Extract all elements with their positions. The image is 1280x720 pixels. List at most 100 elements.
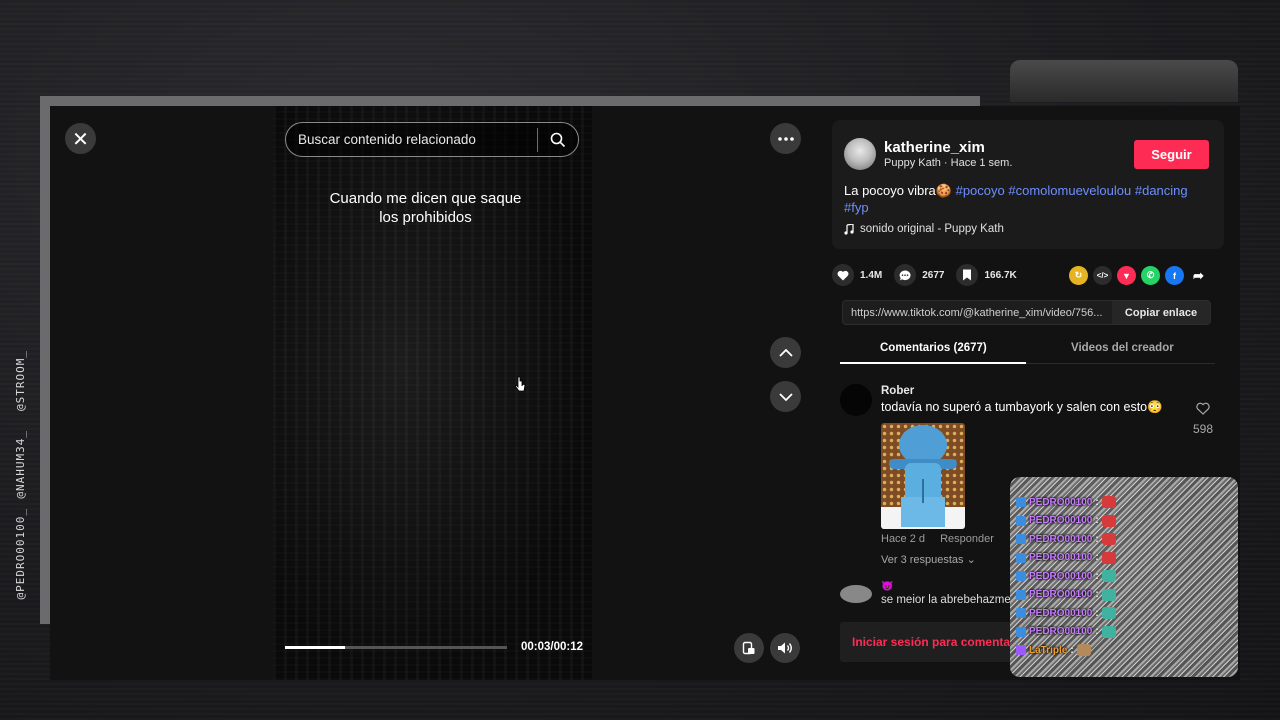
- chevron-down-icon: ⌄: [966, 554, 976, 566]
- chat-badge-icon: [1016, 552, 1026, 563]
- chat-emote-icon: [1101, 570, 1116, 582]
- chat-emote-icon: [1101, 607, 1116, 619]
- comment-avatar[interactable]: [840, 585, 872, 603]
- credit-nahum: @NAHUM34_: [14, 430, 27, 499]
- repost-icon[interactable]: ↻: [1069, 266, 1088, 285]
- tab-underline: [840, 362, 1026, 364]
- chat-separator: :: [1095, 626, 1099, 637]
- video-time: 00:03/00:12: [521, 641, 584, 653]
- video-player[interactable]: Buscar contenido relacionado Cuando me d…: [273, 106, 593, 680]
- close-icon: ✕: [72, 126, 89, 151]
- chat-username: PEDRO00100: [1029, 496, 1093, 508]
- share-link-box: https://www.tiktok.com/@katherine_xim/vi…: [842, 300, 1211, 325]
- chat-username: PEDRO00100: [1029, 552, 1093, 563]
- save-count: 166.7K: [984, 269, 1017, 281]
- credit-pedro: @PEDRO00100_: [14, 508, 27, 600]
- comment-button[interactable]: 2677: [894, 264, 944, 286]
- comment-text: 😈: [881, 581, 894, 592]
- comment-like-count: 598: [1192, 422, 1214, 436]
- chat-emote-icon: [1101, 514, 1116, 527]
- username[interactable]: katherine_xim: [884, 139, 985, 156]
- caption-line-2: los prohibidos: [379, 209, 472, 226]
- whatsapp-icon[interactable]: ✆: [1141, 266, 1160, 285]
- comment-sticker-image: [881, 423, 965, 529]
- progress-bar[interactable]: [285, 646, 507, 649]
- facebook-icon[interactable]: f: [1165, 266, 1184, 285]
- volume-icon: [778, 642, 792, 654]
- video-area: ✕ Buscar contenido relacionado Cuando me…: [50, 106, 818, 680]
- save-button[interactable]: 166.7K: [956, 264, 1017, 286]
- music-link[interactable]: sonido original - Puppy Kath: [844, 223, 1004, 235]
- user-subline: Puppy Kath · Hace 1 sem.: [884, 157, 1013, 169]
- hashtag-link[interactable]: #pocoyo: [956, 183, 1005, 198]
- hashtag-link[interactable]: #fyp: [844, 200, 869, 215]
- volume-button[interactable]: [770, 633, 800, 663]
- pip-button[interactable]: [734, 633, 764, 663]
- chat-message: PEDRO00100:: [1016, 567, 1116, 585]
- comment-icon-wrap: [894, 264, 917, 286]
- chat-badge-icon: [1016, 645, 1026, 655]
- related-search-box[interactable]: Buscar contenido relacionado: [285, 122, 579, 157]
- chat-username: PEDRO00100: [1029, 607, 1093, 619]
- mouse-cursor-icon: [515, 376, 526, 392]
- next-video-button[interactable]: [770, 381, 801, 412]
- chat-message: PEDRO00100:: [1016, 586, 1116, 604]
- close-button[interactable]: ✕: [65, 123, 96, 154]
- chat-emote-icon: [1101, 588, 1116, 601]
- more-options-button[interactable]: [770, 123, 801, 154]
- chat-separator: :: [1095, 607, 1099, 619]
- tab-creator-videos[interactable]: Videos del creador: [1071, 342, 1174, 354]
- description-text: La pocoyo vibra🍪: [844, 183, 956, 198]
- chat-badge-icon: [1016, 534, 1026, 544]
- search-input[interactable]: Buscar contenido relacionado: [286, 132, 537, 147]
- stream-credits: @PEDRO00100_ @NAHUM34_ @STROOM_: [14, 350, 38, 620]
- chat-username: PEDRO00100: [1029, 570, 1093, 582]
- copy-link-button[interactable]: Copiar enlace: [1112, 301, 1210, 324]
- chat-badge-icon: [1016, 515, 1026, 526]
- stats-row: 1.4M 2677 166.7K: [832, 263, 1029, 287]
- chat-badge-icon: [1016, 571, 1026, 581]
- comment-count: 2677: [922, 269, 945, 281]
- comment-author[interactable]: Rober: [881, 385, 914, 397]
- credit-stroom: @STROOM_: [14, 350, 27, 411]
- chat-badge-icon: [1016, 497, 1026, 507]
- heart-icon: [837, 270, 849, 280]
- chat-separator: :: [1095, 533, 1099, 545]
- chat-separator: :: [1095, 515, 1099, 526]
- chat-separator: :: [1095, 589, 1099, 600]
- comment-avatar[interactable]: [840, 384, 872, 416]
- like-button[interactable]: 1.4M: [832, 264, 882, 286]
- chat-username: PEDRO00100: [1029, 626, 1093, 637]
- hashtag-link[interactable]: #comolomueveloulou: [1008, 183, 1131, 198]
- view-replies-button[interactable]: Ver 3 respuestas ⌄: [881, 553, 976, 566]
- heart-outline-icon: [1196, 402, 1210, 415]
- reply-button[interactable]: Responder: [940, 533, 994, 545]
- stream-chat-overlay: PEDRO00100: PEDRO00100: PEDRO00100: PEDRO00…: [1010, 477, 1238, 677]
- chevron-down-icon: [778, 392, 793, 401]
- previous-video-button[interactable]: [770, 337, 801, 368]
- chat-separator: :: [1095, 552, 1099, 563]
- video-url[interactable]: https://www.tiktok.com/@katherine_xim/vi…: [843, 307, 1112, 319]
- pip-icon: [742, 641, 755, 655]
- search-button[interactable]: [538, 132, 578, 148]
- music-label: sonido original - Puppy Kath: [860, 223, 1004, 235]
- tab-comments[interactable]: Comentarios (2677): [880, 342, 987, 354]
- hashtag-link[interactable]: #dancing: [1135, 183, 1188, 198]
- send-icon[interactable]: ▼: [1117, 266, 1136, 285]
- comment-meta: Hace 2 d Responder: [881, 533, 1006, 545]
- comment-like-button[interactable]: 598: [1188, 402, 1218, 436]
- chat-message: PEDRO00100:: [1016, 512, 1116, 530]
- heart-icon-wrap: [832, 264, 854, 286]
- chat-emote-icon: [1076, 644, 1091, 656]
- avatar[interactable]: [844, 138, 876, 170]
- share-arrow-icon[interactable]: ➦: [1189, 266, 1208, 285]
- chat-badge-icon: [1016, 626, 1026, 637]
- chat-message: LaTriple:: [1016, 641, 1091, 659]
- comment-text-2: se mejor la abrebehazme: [881, 594, 1011, 603]
- chat-emote-icon: [1101, 625, 1116, 638]
- chat-badge-icon: [1016, 608, 1026, 618]
- embed-icon[interactable]: </>: [1093, 266, 1112, 285]
- follow-button[interactable]: Seguir: [1134, 140, 1209, 169]
- video-caption: Cuando me dicen que saque los prohibidos: [303, 189, 548, 227]
- chat-message: PEDRO00100:: [1016, 493, 1116, 511]
